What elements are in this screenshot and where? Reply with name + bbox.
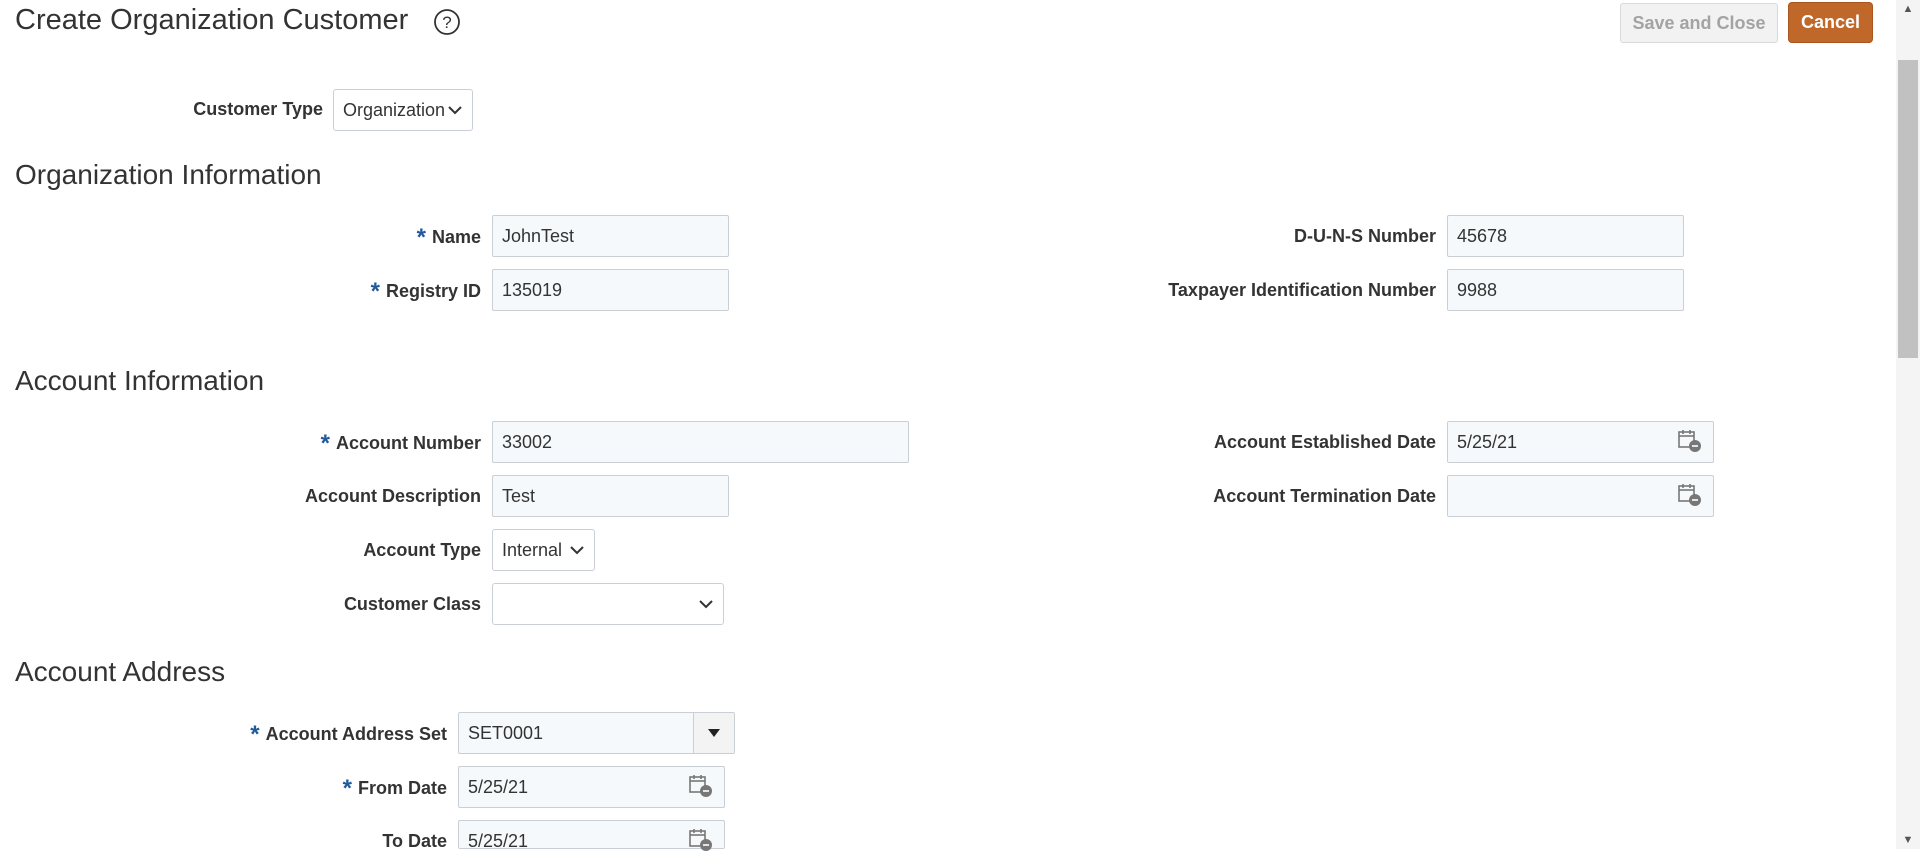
calendar-icon[interactable] xyxy=(1677,428,1703,454)
account-number-label: * Account Number xyxy=(320,430,481,457)
cancel-button[interactable]: Cancel xyxy=(1788,2,1873,43)
required-marker: * xyxy=(370,278,380,305)
account-address-heading: Account Address xyxy=(15,656,226,687)
account-established-date-label: Account Established Date xyxy=(1213,432,1436,452)
account-type-label: Account Type xyxy=(363,540,481,560)
account-termination-date-field[interactable] xyxy=(1447,475,1714,517)
from-date-label: * From Date xyxy=(342,775,447,802)
calendar-icon[interactable] xyxy=(688,827,714,853)
customer-type-value: Organization xyxy=(343,100,446,120)
account-address-set-field[interactable]: SET0001 xyxy=(458,712,735,754)
customer-class-label: Customer Class xyxy=(343,594,481,614)
account-address-set-value: SET0001 xyxy=(468,723,544,743)
account-description-field[interactable]: Test xyxy=(492,475,729,517)
account-address-set-label: * Account Address Set xyxy=(250,721,447,748)
account-type-select[interactable]: Internal xyxy=(492,529,595,571)
to-date-field[interactable]: 5/25/21 xyxy=(458,820,725,851)
page-title: Create Organization Customer xyxy=(15,4,409,36)
customer-class-select[interactable] xyxy=(492,583,724,625)
calendar-icon[interactable] xyxy=(1677,482,1703,508)
help-icon[interactable]: ? xyxy=(433,8,461,36)
svg-text:?: ? xyxy=(442,13,451,32)
name-field[interactable]: JohnTest xyxy=(492,215,729,257)
to-date-value: 5/25/21 xyxy=(468,831,529,851)
duns-field[interactable]: 45678 xyxy=(1447,215,1684,257)
account-established-date-field[interactable]: 5/25/21 xyxy=(1447,421,1714,463)
calendar-icon[interactable] xyxy=(688,773,714,799)
registry-id-field[interactable]: 135019 xyxy=(492,269,729,311)
from-date-field[interactable]: 5/25/21 xyxy=(458,766,725,808)
required-marker: * xyxy=(342,775,352,802)
chevron-down-icon xyxy=(570,546,584,555)
taxpayer-id-label: Taxpayer Identification Number xyxy=(1168,280,1436,300)
customer-type-select[interactable]: Organization xyxy=(333,89,473,131)
scrollbar-thumb[interactable] xyxy=(1898,60,1918,358)
caret-down-icon xyxy=(708,729,720,737)
customer-type-label: Customer Type xyxy=(193,99,323,119)
required-marker: * xyxy=(250,721,260,748)
dropdown-button[interactable] xyxy=(693,713,734,753)
duns-label: D-U-N-S Number xyxy=(1294,226,1436,246)
required-marker: * xyxy=(416,224,426,251)
name-label: * Name xyxy=(416,224,481,251)
org-info-heading: Organization Information xyxy=(15,159,322,190)
account-type-value: Internal xyxy=(502,540,563,560)
account-established-date-value: 5/25/21 xyxy=(1457,432,1518,452)
scroll-up-arrow-icon[interactable]: ▲ xyxy=(1896,0,1920,18)
taxpayer-id-field[interactable]: 9988 xyxy=(1447,269,1684,311)
account-info-heading: Account Information xyxy=(15,365,265,396)
account-termination-date-label: Account Termination Date xyxy=(1213,486,1436,506)
from-date-value: 5/25/21 xyxy=(468,777,529,797)
account-description-label: Account Description xyxy=(304,486,481,506)
required-marker: * xyxy=(320,430,330,457)
chevron-down-icon xyxy=(699,600,713,609)
save-and-close-button[interactable]: Save and Close xyxy=(1620,3,1778,43)
scroll-down-arrow-icon[interactable]: ▼ xyxy=(1896,831,1920,849)
registry-id-label: * Registry ID xyxy=(370,278,481,305)
account-number-field[interactable]: 33002 xyxy=(492,421,909,463)
chevron-down-icon xyxy=(448,106,462,115)
